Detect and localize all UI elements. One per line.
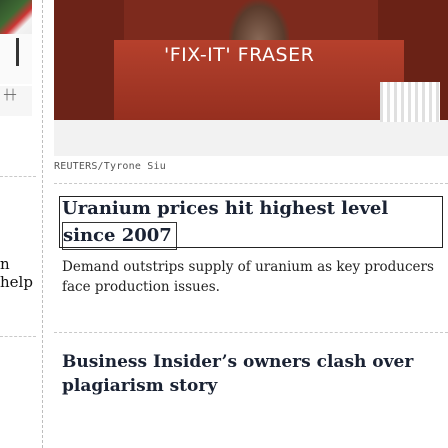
hero-banner-text: 'FIX-IT' FRASER [164, 44, 315, 66]
left-divider [0, 176, 36, 177]
person-figure [229, 0, 289, 42]
plus-icon: ┼┼ [4, 90, 17, 101]
previous-headline-fragment[interactable]: n [0, 254, 10, 274]
section-divider [54, 183, 448, 184]
hero-image[interactable]: 'FIX-IT' FRASER [54, 0, 448, 156]
left-divider [0, 336, 36, 337]
hero-grill [380, 82, 440, 122]
article-headline[interactable]: Business Insider’s owners clash over pla… [62, 350, 442, 398]
thumbnail-bottom: ┼┼ [0, 86, 32, 116]
article-summary: Demand outstrips supply of uranium as ke… [62, 259, 434, 295]
hero-lower-area [54, 120, 448, 156]
section-divider [54, 332, 448, 333]
previous-headline-fragment[interactable]: help [0, 272, 33, 292]
photo-credit: REUTERS/Tyrone Siu [54, 161, 166, 172]
previous-column: ┼┼ n help [0, 0, 36, 448]
column-divider [42, 0, 43, 448]
thumbnail-bar [16, 38, 19, 66]
focus-outline [59, 196, 443, 248]
previous-article-thumbnail[interactable]: ┼┼ [0, 0, 32, 116]
thumbnail-top [0, 0, 32, 34]
